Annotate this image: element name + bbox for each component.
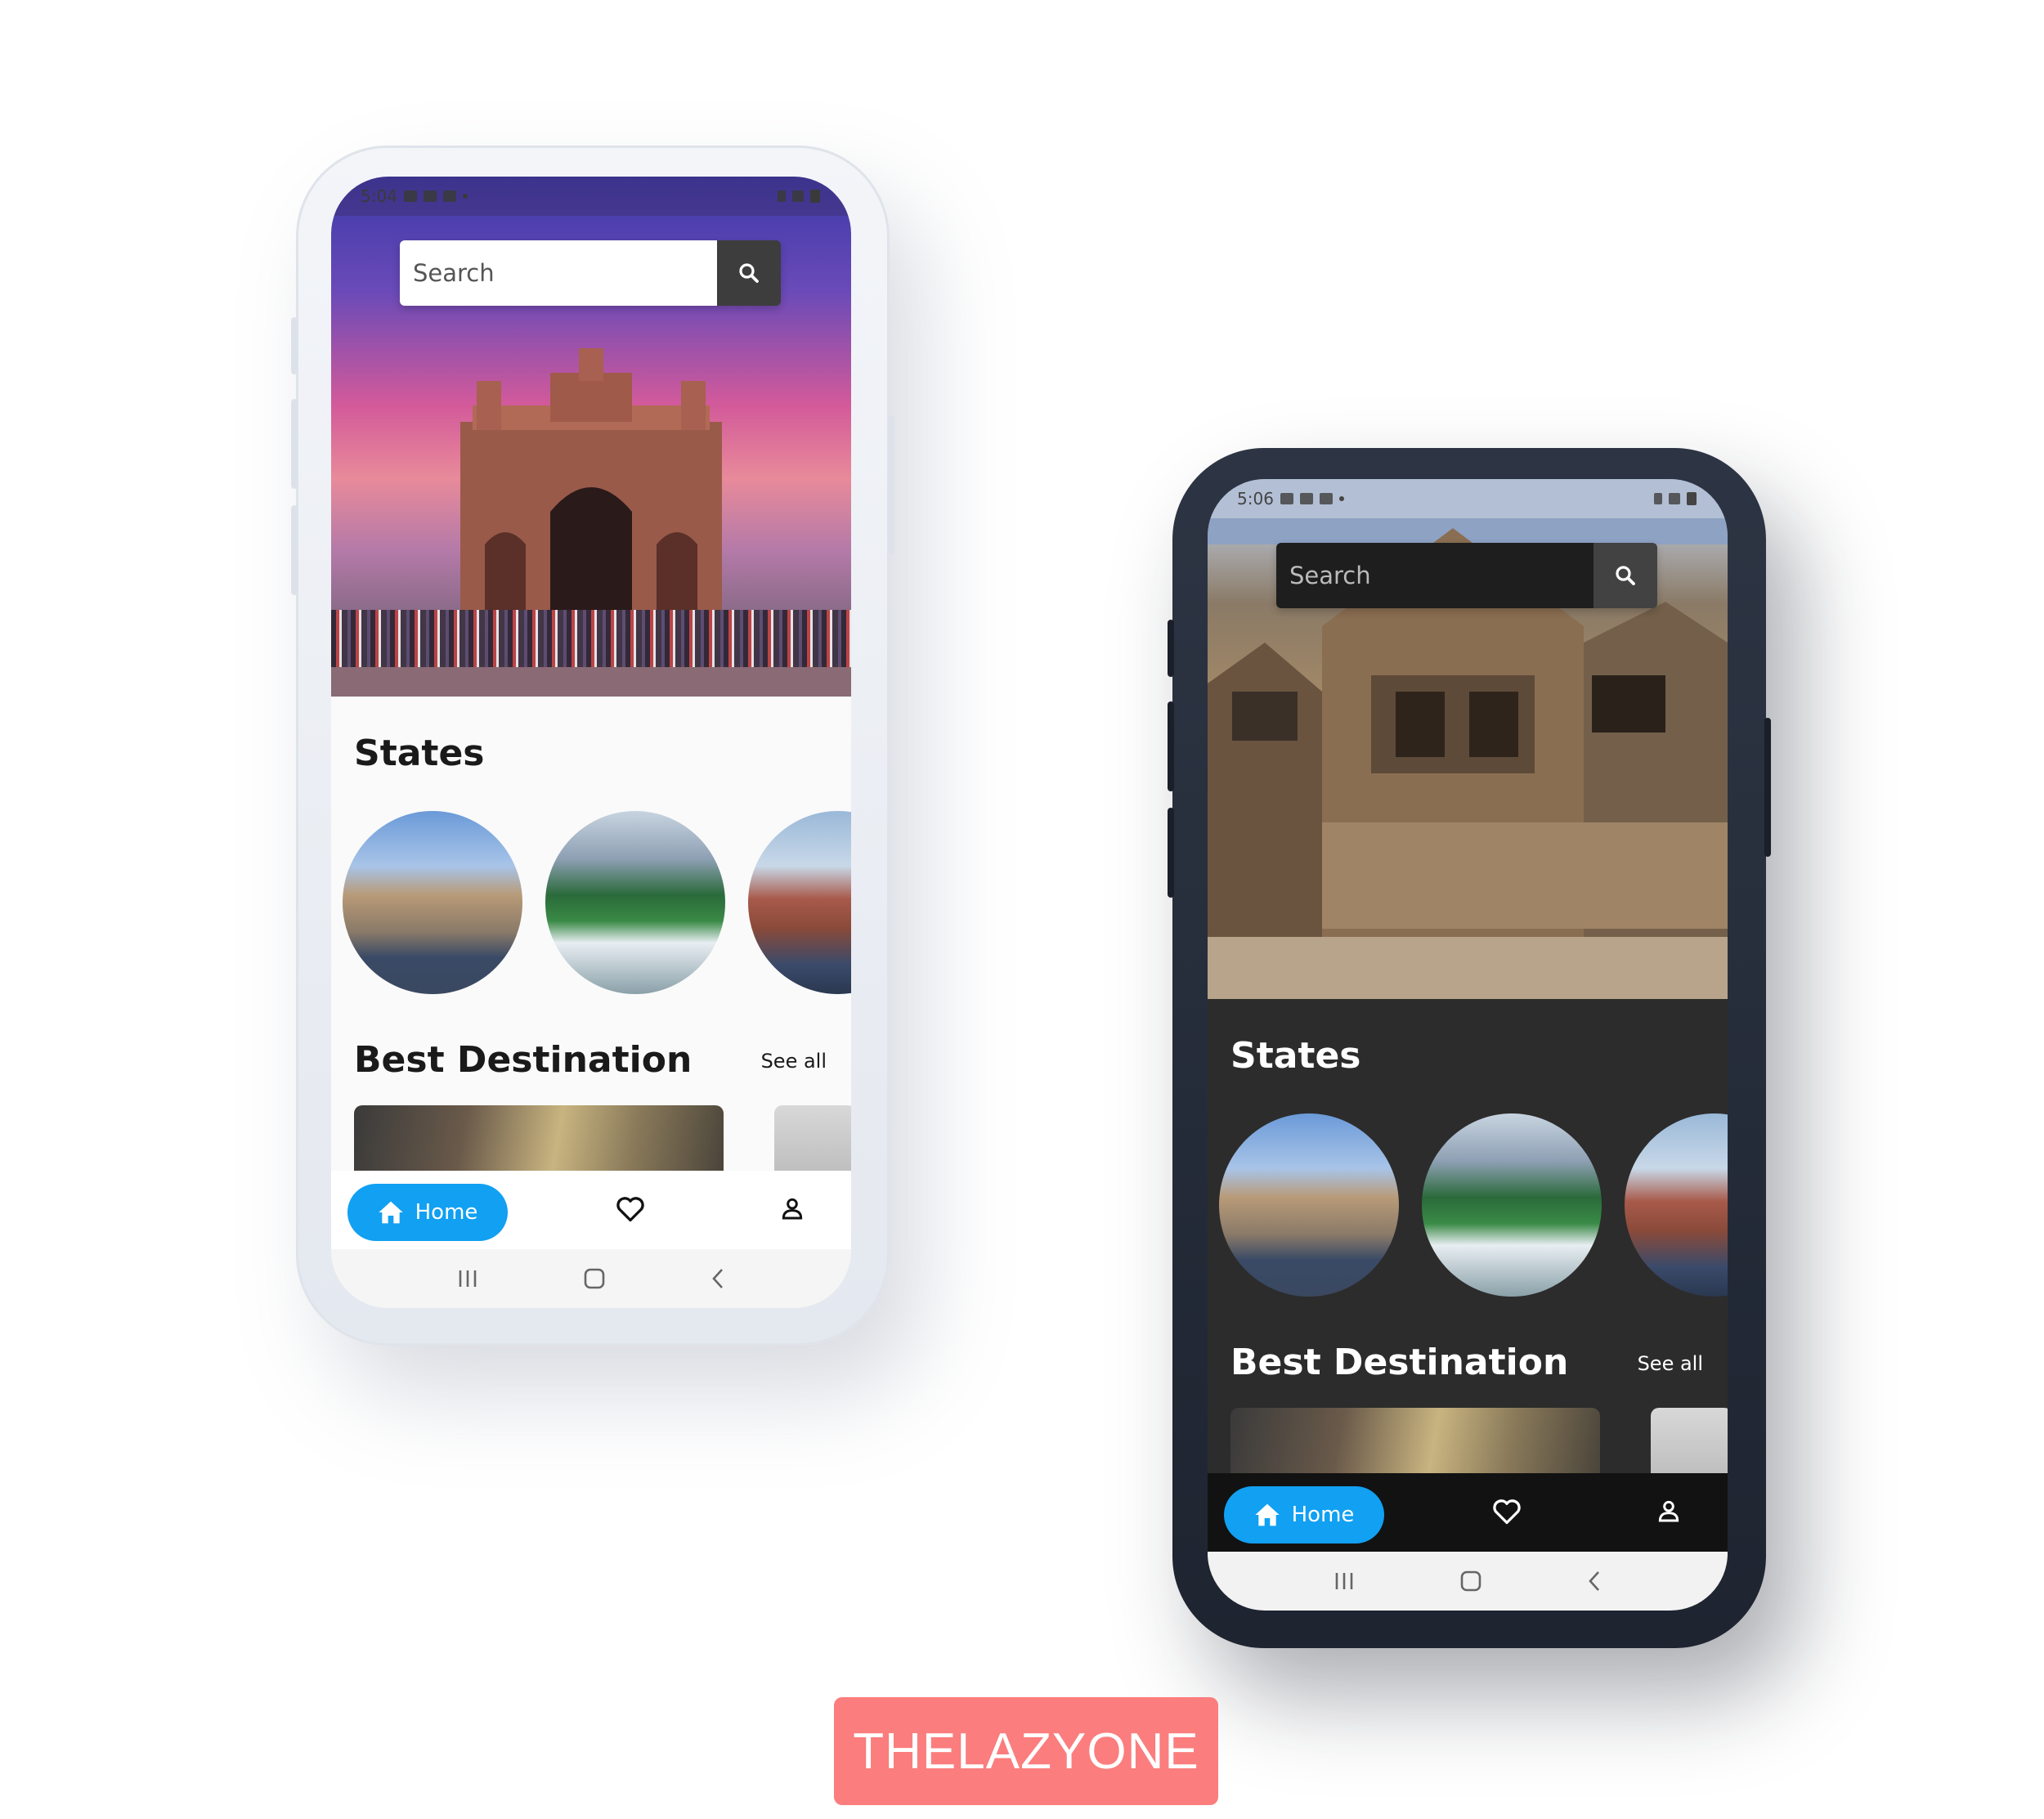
signal-icon	[792, 190, 804, 202]
home-system-icon[interactable]	[1459, 1570, 1482, 1593]
destination-card[interactable]	[354, 1105, 724, 1171]
signal-icon	[1669, 493, 1680, 504]
gateway-monument-image	[460, 348, 722, 610]
best-destination-heading: Best Destination	[354, 1039, 693, 1081]
bixby-button	[291, 505, 298, 595]
twitter-icon	[1299, 493, 1313, 504]
person-icon[interactable]	[779, 1195, 805, 1221]
destination-card[interactable]	[1651, 1408, 1728, 1473]
state-card-maharashtra[interactable]	[1219, 1113, 1399, 1297]
battery-icon	[810, 190, 820, 203]
app-screen: 5:06 Search States Best Destination See …	[1208, 479, 1728, 1611]
power-button	[1764, 718, 1771, 857]
gallery-icon	[403, 190, 417, 202]
power-button	[888, 415, 894, 554]
search-icon	[1616, 566, 1635, 585]
see-all-link[interactable]: See all	[761, 1050, 827, 1073]
nav-home-label: Home	[415, 1200, 478, 1225]
state-card-waterfall[interactable]	[1422, 1113, 1602, 1297]
state-card-palace[interactable]	[748, 811, 851, 994]
search-input[interactable]: Search	[400, 240, 717, 306]
battery-icon	[1687, 492, 1697, 505]
home-system-icon[interactable]	[583, 1267, 606, 1290]
home-icon	[378, 1201, 403, 1224]
state-card-maharashtra[interactable]	[343, 811, 522, 994]
person-icon[interactable]	[1656, 1498, 1682, 1524]
nav-home-button[interactable]: Home	[347, 1184, 508, 1241]
volume-up-button	[1168, 620, 1174, 677]
see-all-link[interactable]: See all	[1638, 1352, 1703, 1375]
app-screen: 5:04 Search States Best Destination See …	[331, 177, 851, 1308]
search-bar: Search	[400, 240, 781, 306]
best-destination-heading: Best Destination	[1230, 1342, 1569, 1383]
back-icon[interactable]	[710, 1267, 726, 1290]
data-icon	[778, 190, 786, 202]
system-navigation	[331, 1249, 851, 1308]
status-time: 5:06	[1237, 489, 1274, 509]
crowd	[331, 610, 851, 667]
search-bar: Search	[1276, 543, 1657, 608]
data-icon	[1654, 493, 1662, 504]
status-time: 5:04	[361, 186, 397, 206]
destination-card[interactable]	[1230, 1408, 1600, 1473]
state-card-waterfall[interactable]	[545, 811, 725, 994]
states-heading: States	[1230, 1035, 1361, 1077]
bottom-navigation: Home	[1208, 1473, 1728, 1552]
more-notifications-icon	[1338, 496, 1344, 501]
destination-card[interactable]	[774, 1105, 851, 1171]
heart-icon[interactable]	[1492, 1498, 1522, 1526]
brand-badge: THELAZYONE	[834, 1697, 1218, 1805]
bottom-navigation: Home	[331, 1171, 851, 1249]
search-button[interactable]	[717, 240, 781, 306]
phone-light-theme: 5:04 Search States Best Destination See …	[291, 146, 894, 1346]
recent-apps-icon[interactable]	[456, 1268, 479, 1289]
search-button[interactable]	[1594, 543, 1657, 608]
nav-home-label: Home	[1291, 1503, 1355, 1527]
states-heading: States	[354, 733, 485, 774]
phone-dark-theme: 5:06 Search States Best Destination See …	[1168, 448, 1771, 1648]
search-input[interactable]: Search	[1276, 543, 1594, 608]
search-icon	[739, 263, 759, 283]
gallery-icon	[1280, 493, 1293, 504]
volume-down-button	[1168, 701, 1174, 791]
volume-down-button	[291, 399, 298, 489]
more-notifications-icon	[462, 194, 468, 199]
volume-up-button	[291, 317, 298, 374]
ground	[331, 664, 851, 697]
state-card-palace[interactable]	[1625, 1113, 1728, 1297]
status-bar: 5:04	[331, 177, 851, 216]
back-icon[interactable]	[1586, 1570, 1602, 1593]
home-icon	[1254, 1503, 1280, 1526]
twitter-icon	[423, 190, 437, 202]
message-icon	[1319, 493, 1333, 504]
status-bar: 5:06	[1208, 479, 1728, 518]
heart-icon[interactable]	[616, 1195, 645, 1223]
bixby-button	[1168, 808, 1174, 898]
nav-home-button[interactable]: Home	[1224, 1486, 1384, 1543]
system-navigation	[1208, 1552, 1728, 1611]
message-icon	[442, 190, 456, 202]
recent-apps-icon[interactable]	[1333, 1570, 1356, 1592]
